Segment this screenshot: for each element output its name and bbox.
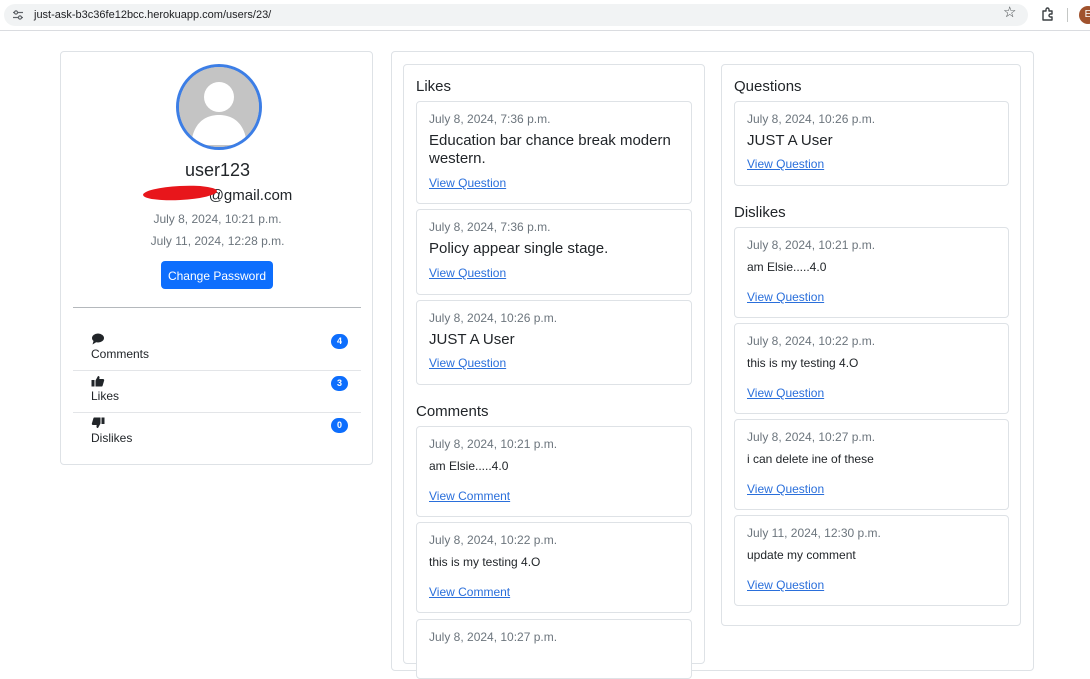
toolbar-separator bbox=[1067, 8, 1068, 22]
comments-heading: Comments bbox=[416, 403, 489, 420]
item-text: i can delete ine of these bbox=[747, 452, 874, 466]
question-item: July 8, 2024, 10:26 p.m. JUST A User Vie… bbox=[734, 101, 1009, 186]
activity-card: Likes July 8, 2024, 7:36 p.m. Education … bbox=[391, 51, 1034, 679]
item-date: July 8, 2024, 10:21 p.m. bbox=[747, 238, 876, 252]
stat-dislikes[interactable]: Dislikes 0 bbox=[73, 413, 361, 455]
bookmark-star-icon[interactable]: ☆ bbox=[1003, 5, 1016, 21]
item-text: this is my testing 4.O bbox=[747, 356, 859, 370]
dislike-item: July 11, 2024, 12:30 p.m. update my comm… bbox=[734, 515, 1009, 606]
site-settings-icon[interactable] bbox=[12, 9, 24, 21]
comment-item: July 8, 2024, 10:27 p.m. bbox=[416, 619, 692, 679]
item-text: am Elsie.....4.0 bbox=[429, 459, 509, 473]
view-comment-link[interactable]: View Comment bbox=[429, 489, 510, 503]
extensions-puzzle-icon[interactable] bbox=[1040, 6, 1056, 22]
dislike-item: July 8, 2024, 10:22 p.m. this is my test… bbox=[734, 323, 1009, 414]
view-question-link[interactable]: View Question bbox=[747, 290, 824, 304]
profile-card: user123 @gmail.com July 8, 2024, 10:21 p… bbox=[60, 51, 373, 465]
item-date: July 8, 2024, 10:21 p.m. bbox=[429, 437, 558, 451]
view-question-link[interactable]: View Question bbox=[747, 386, 824, 400]
view-question-link[interactable]: View Question bbox=[429, 356, 506, 370]
questions-heading: Questions bbox=[734, 78, 802, 95]
thumbs-up-icon bbox=[91, 376, 105, 387]
likes-heading: Likes bbox=[416, 78, 452, 95]
item-date: July 8, 2024, 10:27 p.m. bbox=[429, 630, 558, 644]
view-question-link[interactable]: View Question bbox=[747, 157, 824, 171]
view-question-link[interactable]: View Question bbox=[429, 266, 506, 280]
stat-likes[interactable]: Likes 3 bbox=[73, 371, 361, 413]
like-item: July 8, 2024, 7:36 p.m. Policy appear si… bbox=[416, 209, 692, 295]
item-text: am Elsie.....4.0 bbox=[747, 260, 827, 274]
comment-item: July 8, 2024, 10:22 p.m. this is my test… bbox=[416, 522, 692, 613]
stat-label: Dislikes bbox=[91, 431, 133, 445]
count-badge: 3 bbox=[331, 376, 348, 391]
like-item: July 8, 2024, 7:36 p.m. Education bar ch… bbox=[416, 101, 692, 204]
url-text[interactable]: just-ask-b3c36fe12bcc.herokuapp.com/user… bbox=[34, 8, 271, 22]
item-date: July 8, 2024, 10:26 p.m. bbox=[429, 311, 558, 325]
count-badge: 4 bbox=[331, 334, 348, 349]
profile-avatar-icon[interactable]: E bbox=[1079, 6, 1090, 24]
default-user-icon bbox=[179, 67, 259, 147]
divider bbox=[73, 307, 361, 308]
stat-label: Likes bbox=[91, 389, 120, 403]
change-password-button[interactable]: Change Password bbox=[161, 261, 273, 289]
joined-date: July 8, 2024, 10:21 p.m. bbox=[153, 212, 282, 226]
item-title: Policy appear single stage. bbox=[429, 240, 609, 257]
item-date: July 8, 2024, 7:36 p.m. bbox=[429, 112, 551, 126]
view-question-link[interactable]: View Question bbox=[429, 176, 506, 190]
comment-icon bbox=[92, 333, 104, 345]
item-date: July 8, 2024, 7:36 p.m. bbox=[429, 220, 551, 234]
avatar bbox=[176, 64, 262, 150]
address-bar[interactable]: just-ask-b3c36fe12bcc.herokuapp.com/user… bbox=[4, 4, 1028, 26]
view-question-link[interactable]: View Question bbox=[747, 482, 824, 496]
view-question-link[interactable]: View Question bbox=[747, 578, 824, 592]
stat-label: Comments bbox=[91, 347, 150, 361]
view-comment-link[interactable]: View Comment bbox=[429, 585, 510, 599]
item-date: July 8, 2024, 10:26 p.m. bbox=[747, 112, 876, 126]
item-title: Education bar chance break modern wester… bbox=[429, 132, 671, 167]
item-title: JUST A User bbox=[429, 331, 515, 348]
item-date: July 11, 2024, 12:30 p.m. bbox=[747, 526, 881, 540]
likes-comments-column: Likes July 8, 2024, 7:36 p.m. Education … bbox=[403, 64, 705, 679]
item-date: July 8, 2024, 10:22 p.m. bbox=[747, 334, 876, 348]
dislike-item: July 8, 2024, 10:21 p.m. am Elsie.....4.… bbox=[734, 227, 1009, 318]
dislike-item: July 8, 2024, 10:27 p.m. i can delete in… bbox=[734, 419, 1009, 510]
stat-comments[interactable]: Comments 4 bbox=[73, 329, 361, 371]
item-text: this is my testing 4.O bbox=[429, 555, 541, 569]
questions-dislikes-column: Questions July 8, 2024, 10:26 p.m. JUST … bbox=[721, 64, 1021, 626]
item-date: July 8, 2024, 10:22 p.m. bbox=[429, 533, 558, 547]
thumbs-down-icon bbox=[91, 417, 105, 428]
browser-toolbar: just-ask-b3c36fe12bcc.herokuapp.com/user… bbox=[0, 0, 1090, 31]
like-item: July 8, 2024, 10:26 p.m. JUST A User Vie… bbox=[416, 300, 692, 385]
comment-item: July 8, 2024, 10:21 p.m. am Elsie.....4.… bbox=[416, 426, 692, 517]
last-login-date: July 11, 2024, 12:28 p.m. bbox=[150, 234, 285, 248]
item-date: July 8, 2024, 10:27 p.m. bbox=[747, 430, 876, 444]
count-badge: 0 bbox=[331, 418, 348, 433]
email: @gmail.com bbox=[61, 187, 374, 204]
username: user123 bbox=[184, 160, 251, 180]
dislikes-heading: Dislikes bbox=[734, 204, 786, 221]
item-text: update my comment bbox=[747, 548, 856, 562]
item-title: JUST A User bbox=[747, 132, 833, 149]
